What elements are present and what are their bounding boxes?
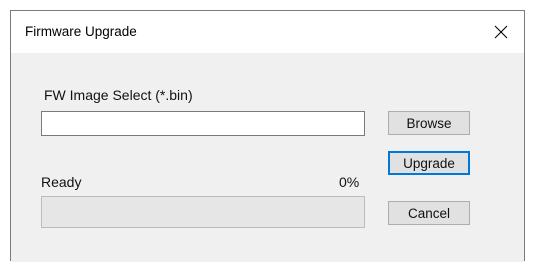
- dialog-body: FW Image Select (*.bin) Browse Upgrade R…: [11, 53, 524, 262]
- firmware-upgrade-dialog: Firmware Upgrade FW Image Select (*.bin)…: [10, 10, 525, 262]
- progress-bar: [41, 196, 365, 228]
- dialog-title: Firmware Upgrade: [25, 24, 137, 39]
- progress-percent: 0%: [339, 174, 360, 190]
- fw-image-select-label: FW Image Select (*.bin): [44, 87, 193, 103]
- fw-image-path-input[interactable]: [41, 111, 365, 136]
- title-bar: Firmware Upgrade: [11, 11, 524, 53]
- close-button[interactable]: [478, 11, 524, 53]
- status-text: Ready: [41, 174, 82, 190]
- close-icon: [494, 25, 508, 39]
- cancel-button[interactable]: Cancel: [388, 201, 470, 225]
- upgrade-button[interactable]: Upgrade: [388, 151, 470, 175]
- browse-button[interactable]: Browse: [388, 111, 470, 135]
